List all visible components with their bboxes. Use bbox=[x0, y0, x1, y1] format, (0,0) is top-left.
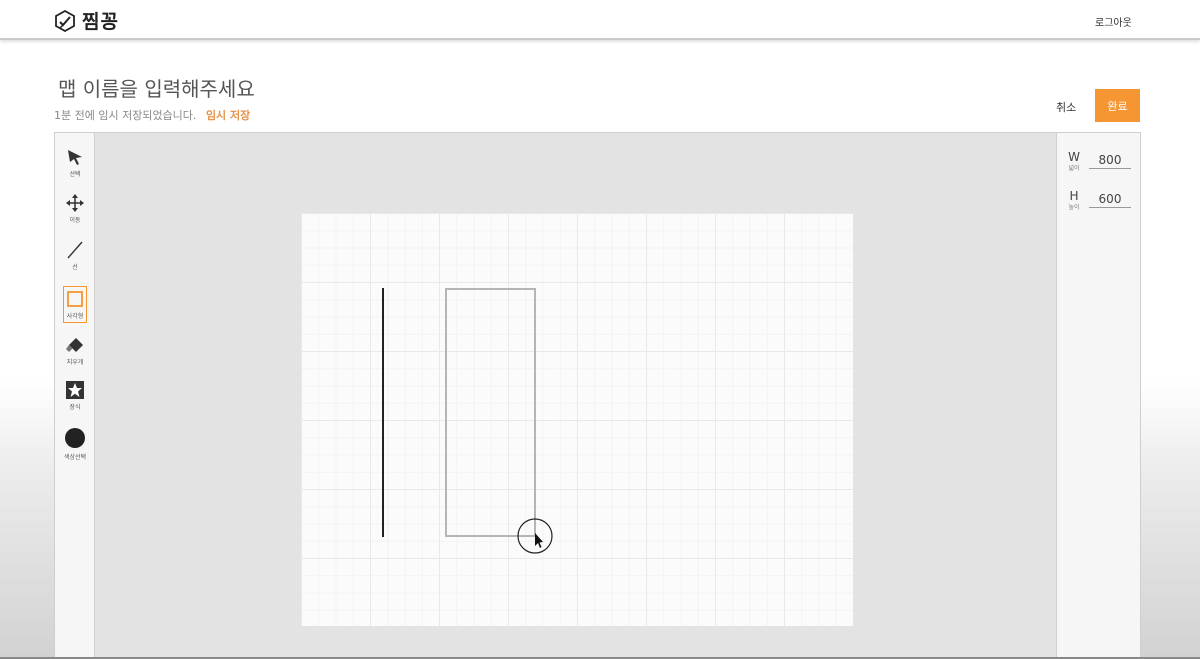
autosave-row: 1분 전에 임시 저장되었습니다. 임시 저장 bbox=[54, 107, 250, 123]
height-property: H 높이 600 bbox=[1067, 189, 1133, 219]
cursor-arrow-icon bbox=[68, 150, 82, 165]
app-header: 찜꽁 로그아웃 bbox=[0, 0, 1200, 40]
mouse-pointer-icon bbox=[535, 533, 543, 548]
move-arrows-icon bbox=[66, 194, 84, 212]
logo-icon bbox=[55, 9, 75, 32]
map-editor: 선택 이동 선 사각형 지우개 장식 색상선택 W 넓이 800 H 높이 60… bbox=[54, 132, 1141, 659]
width-input[interactable]: 800 bbox=[1089, 153, 1131, 169]
tool-line[interactable]: 선 bbox=[55, 241, 95, 271]
width-property: W 넓이 800 bbox=[1067, 150, 1133, 180]
tool-palette: 선택 이동 선 사각형 지우개 장식 색상선택 bbox=[55, 133, 95, 658]
tool-select-label: 선택 bbox=[69, 171, 81, 178]
tool-color-label: 색상선택 bbox=[63, 454, 87, 461]
tool-color[interactable]: 색상선택 bbox=[55, 427, 95, 461]
tool-rect[interactable]: 사각형 bbox=[55, 286, 95, 323]
map-name-input[interactable]: 맵 이름을 입력해주세요 bbox=[58, 73, 255, 102]
height-label: 높이 bbox=[1068, 204, 1080, 211]
map-canvas[interactable] bbox=[301, 213, 853, 626]
tool-decoration[interactable]: 장식 bbox=[55, 381, 95, 411]
square-icon bbox=[67, 291, 83, 307]
tool-eraser-label: 지우개 bbox=[66, 359, 84, 366]
properties-panel: W 넓이 800 H 높이 600 bbox=[1056, 133, 1140, 658]
tool-eraser[interactable]: 지우개 bbox=[55, 336, 95, 366]
color-circle-icon bbox=[65, 428, 85, 448]
drawn-rectangle[interactable] bbox=[445, 288, 536, 537]
width-label: 넓이 bbox=[1068, 165, 1080, 172]
tool-rect-label: 사각형 bbox=[66, 313, 84, 320]
tool-rect-selected-box: 사각형 bbox=[63, 286, 87, 323]
logo[interactable]: 찜꽁 bbox=[54, 7, 119, 34]
tool-move-label: 이동 bbox=[69, 217, 81, 224]
tool-decoration-label: 장식 bbox=[69, 404, 81, 411]
tool-select[interactable]: 선택 bbox=[55, 148, 95, 178]
eraser-icon bbox=[66, 338, 83, 352]
done-button[interactable]: 완료 bbox=[1095, 89, 1140, 122]
cancel-button[interactable]: 취소 bbox=[1056, 99, 1076, 115]
autosave-status: 1분 전에 임시 저장되었습니다. bbox=[54, 109, 197, 122]
logout-button[interactable]: 로그아웃 bbox=[1095, 14, 1132, 29]
height-input[interactable]: 600 bbox=[1089, 192, 1131, 208]
canvas-drawing bbox=[382, 288, 553, 554]
star-icon bbox=[66, 381, 84, 399]
tool-move[interactable]: 이동 bbox=[55, 194, 95, 224]
width-letter: W bbox=[1068, 150, 1080, 164]
logo-text: 찜꽁 bbox=[82, 11, 119, 33]
line-icon bbox=[67, 241, 83, 259]
tool-line-label: 선 bbox=[72, 264, 78, 271]
temp-save-button[interactable]: 임시 저장 bbox=[206, 109, 250, 122]
height-letter: H bbox=[1069, 189, 1079, 203]
